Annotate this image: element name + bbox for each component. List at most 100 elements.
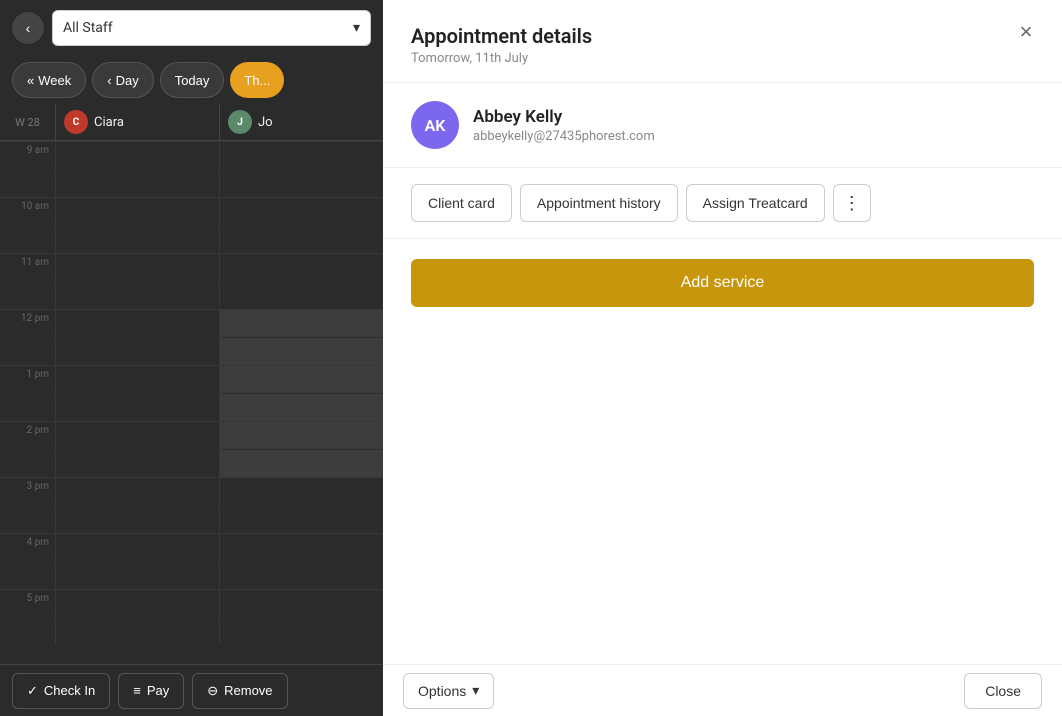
- time-cell-ciara[interactable]: [55, 478, 219, 505]
- time-row: 11 am: [0, 253, 383, 281]
- more-options-button[interactable]: ⋮: [833, 184, 871, 222]
- time-cell-ciara[interactable]: [55, 282, 219, 309]
- time-cell-jo-blocked[interactable]: [219, 394, 383, 421]
- ciara-name: Ciara: [94, 115, 124, 130]
- avatar: AK: [411, 101, 459, 149]
- time-row: 30: [0, 337, 383, 365]
- today-button[interactable]: Today: [160, 62, 225, 98]
- remove-button[interactable]: ⊖ Remove: [192, 673, 287, 709]
- time-cell-jo[interactable]: [219, 534, 383, 561]
- time-row: 3 pm: [0, 477, 383, 505]
- time-cell-jo-blocked[interactable]: [219, 338, 383, 365]
- checkin-button[interactable]: ✓ Check In: [12, 673, 110, 709]
- time-cell-jo[interactable]: [219, 506, 383, 533]
- client-info-section: AK Abbey Kelly abbeykelly@27435phorest.c…: [383, 83, 1062, 168]
- time-cell-jo[interactable]: [219, 198, 383, 225]
- time-cell-jo[interactable]: [219, 170, 383, 197]
- day-button[interactable]: ‹ Day: [92, 62, 153, 98]
- time-label: 2 pm: [0, 422, 55, 449]
- time-label: 9 am: [0, 142, 55, 169]
- time-label: 1 pm: [0, 366, 55, 393]
- client-name: Abbey Kelly: [473, 107, 655, 127]
- time-cell-jo[interactable]: [219, 226, 383, 253]
- assign-treatcard-button[interactable]: Assign Treatcard: [686, 184, 825, 222]
- time-row: 30: [0, 505, 383, 533]
- time-cell-ciara[interactable]: [55, 450, 219, 477]
- checkmark-icon: ✓: [27, 683, 38, 699]
- appointment-history-button[interactable]: Appointment history: [520, 184, 678, 222]
- close-modal-button[interactable]: Close: [964, 673, 1042, 709]
- more-icon: ⋮: [843, 193, 861, 214]
- time-row: 9 am: [0, 141, 383, 169]
- time-cell-jo-blocked[interactable]: [219, 422, 383, 449]
- time-label: 30: [0, 562, 55, 589]
- add-service-button[interactable]: Add service: [411, 259, 1034, 307]
- time-label: 30: [0, 170, 55, 197]
- time-cell-jo-blocked[interactable]: [219, 366, 383, 393]
- time-cell-ciara[interactable]: [55, 338, 219, 365]
- time-row: 30: [0, 169, 383, 197]
- time-row: 10 am: [0, 197, 383, 225]
- time-row: 30: [0, 225, 383, 253]
- time-cell-jo[interactable]: [219, 282, 383, 309]
- time-cell-ciara[interactable]: [55, 562, 219, 589]
- time-cell-ciara[interactable]: [55, 254, 219, 281]
- client-card-button[interactable]: Client card: [411, 184, 512, 222]
- time-row: 2 pm: [0, 421, 383, 449]
- time-cell-jo[interactable]: [219, 254, 383, 281]
- time-label: 30: [0, 506, 55, 533]
- pay-icon: ≡: [133, 683, 141, 698]
- time-label: 3 pm: [0, 478, 55, 505]
- time-cell-ciara[interactable]: [55, 394, 219, 421]
- modal-title: Appointment details: [411, 24, 1034, 48]
- time-cell-ciara[interactable]: [55, 422, 219, 449]
- time-cell-jo[interactable]: [219, 590, 383, 617]
- time-cell-ciara[interactable]: [55, 590, 219, 617]
- checkin-label: Check In: [44, 683, 95, 698]
- time-row: 12 pm: [0, 309, 383, 337]
- week-button[interactable]: « Week: [12, 62, 86, 98]
- time-cell-jo[interactable]: [219, 618, 383, 645]
- action-buttons-row: Client card Appointment history Assign T…: [383, 168, 1062, 239]
- back-button[interactable]: ‹: [12, 12, 44, 44]
- staff-dropdown[interactable]: All Staff ▾: [52, 10, 371, 46]
- close-icon[interactable]: ×: [1010, 16, 1042, 48]
- time-label: 30: [0, 226, 55, 253]
- time-cell-ciara[interactable]: [55, 226, 219, 253]
- remove-icon: ⊖: [207, 683, 218, 699]
- time-cell-ciara[interactable]: [55, 618, 219, 645]
- time-cell-ciara[interactable]: [55, 170, 219, 197]
- pay-label: Pay: [147, 683, 169, 698]
- ciara-avatar: C: [64, 110, 88, 134]
- calendar-header: ‹ All Staff ▾: [0, 0, 383, 56]
- time-row: 1 pm: [0, 365, 383, 393]
- calendar-nav-bar: « Week ‹ Day Today Th...: [0, 56, 383, 104]
- time-cell-jo[interactable]: [219, 142, 383, 169]
- left-arrow-icon: ‹: [107, 73, 111, 88]
- time-cell-jo[interactable]: [219, 562, 383, 589]
- staff-col-jo: J Jo: [219, 104, 383, 140]
- time-cell-jo-blocked[interactable]: [219, 310, 383, 337]
- time-cell-jo-blocked[interactable]: [219, 450, 383, 477]
- pay-button[interactable]: ≡ Pay: [118, 673, 184, 709]
- time-cell-ciara[interactable]: [55, 506, 219, 533]
- chevron-down-icon: ▾: [472, 682, 479, 699]
- time-row: 30: [0, 281, 383, 309]
- time-cell-jo[interactable]: [219, 478, 383, 505]
- options-label: Options: [418, 683, 466, 699]
- options-button[interactable]: Options ▾: [403, 673, 494, 709]
- time-cell-ciara[interactable]: [55, 142, 219, 169]
- modal-footer: Options ▾ Close: [383, 664, 1062, 716]
- calendar-grid: 9 am 30 10 am 30 11 am 30: [0, 141, 383, 664]
- thu-button: Th...: [230, 62, 284, 98]
- chevron-down-icon: ▾: [353, 20, 360, 36]
- staff-dropdown-label: All Staff: [63, 20, 113, 36]
- avatar-initials: AK: [425, 116, 446, 135]
- time-cell-ciara[interactable]: [55, 198, 219, 225]
- time-cell-ciara[interactable]: [55, 366, 219, 393]
- appointment-modal: × Appointment details Tomorrow, 11th Jul…: [383, 0, 1062, 716]
- jo-avatar: J: [228, 110, 252, 134]
- time-cell-ciara[interactable]: [55, 534, 219, 561]
- time-cell-ciara[interactable]: [55, 310, 219, 337]
- jo-name: Jo: [258, 115, 273, 130]
